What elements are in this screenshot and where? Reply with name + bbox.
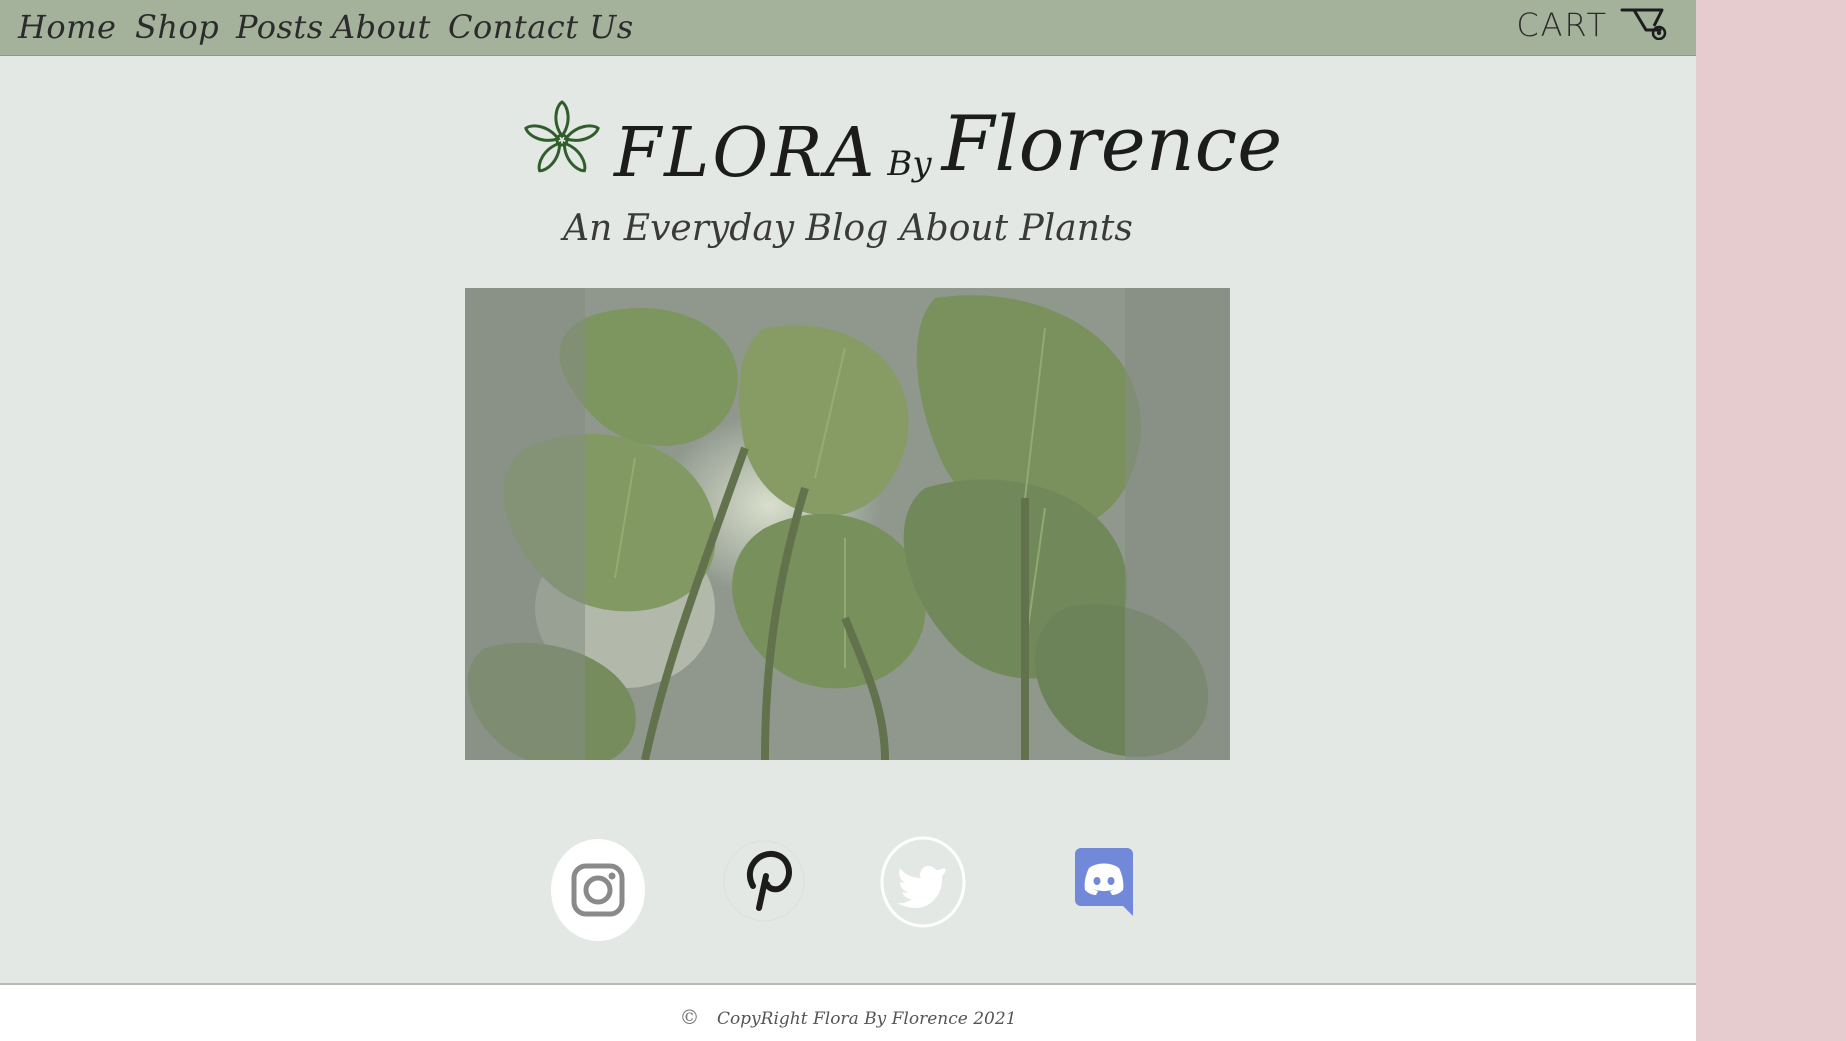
right-side-panel	[1696, 0, 1846, 1041]
top-navigation-bar: Home Shop Posts About Contact Us CART	[0, 0, 1696, 56]
pinterest-icon	[723, 840, 805, 928]
site-logo[interactable]: FLORA By Florence	[520, 88, 1282, 188]
hero-image	[465, 288, 1230, 760]
logo-by-text: By	[887, 144, 932, 184]
twitter-icon	[880, 836, 966, 932]
copyright-text: CopyRight Flora By Florence 2021	[716, 1009, 1017, 1029]
discord-icon	[1075, 848, 1133, 920]
site-page: Home Shop Posts About Contact Us CART FL…	[0, 0, 1696, 1041]
nav-link-home[interactable]: Home	[18, 8, 116, 46]
instagram-link[interactable]	[550, 838, 646, 946]
cart-button[interactable]: CART	[1516, 6, 1668, 44]
flower-icon	[520, 98, 604, 186]
tropical-leaves-image	[465, 288, 1230, 760]
pinterest-link[interactable]	[723, 838, 805, 928]
twitter-link[interactable]	[880, 836, 966, 932]
logo-flora-text: FLORA	[614, 114, 878, 193]
logo-florence-text: Florence	[941, 99, 1283, 188]
instagram-icon	[550, 839, 646, 946]
site-tagline: An Everyday Blog About Plants	[563, 208, 1133, 249]
copyright-symbol: ©	[679, 1005, 700, 1029]
nav-link-contact-us[interactable]: Contact Us	[448, 8, 634, 46]
page-footer: © CopyRight Flora By Florence 2021	[0, 983, 1696, 1041]
copyright-notice: © CopyRight Flora By Florence 2021	[0, 1005, 1696, 1029]
wheelbarrow-cart-icon	[1620, 6, 1668, 44]
social-links	[0, 830, 1696, 950]
cart-label: CART	[1516, 6, 1608, 44]
nav-link-posts[interactable]: Posts	[236, 8, 324, 46]
discord-link[interactable]	[1075, 848, 1133, 920]
nav-link-shop[interactable]: Shop	[135, 8, 219, 46]
nav-link-about[interactable]: About	[332, 8, 431, 46]
